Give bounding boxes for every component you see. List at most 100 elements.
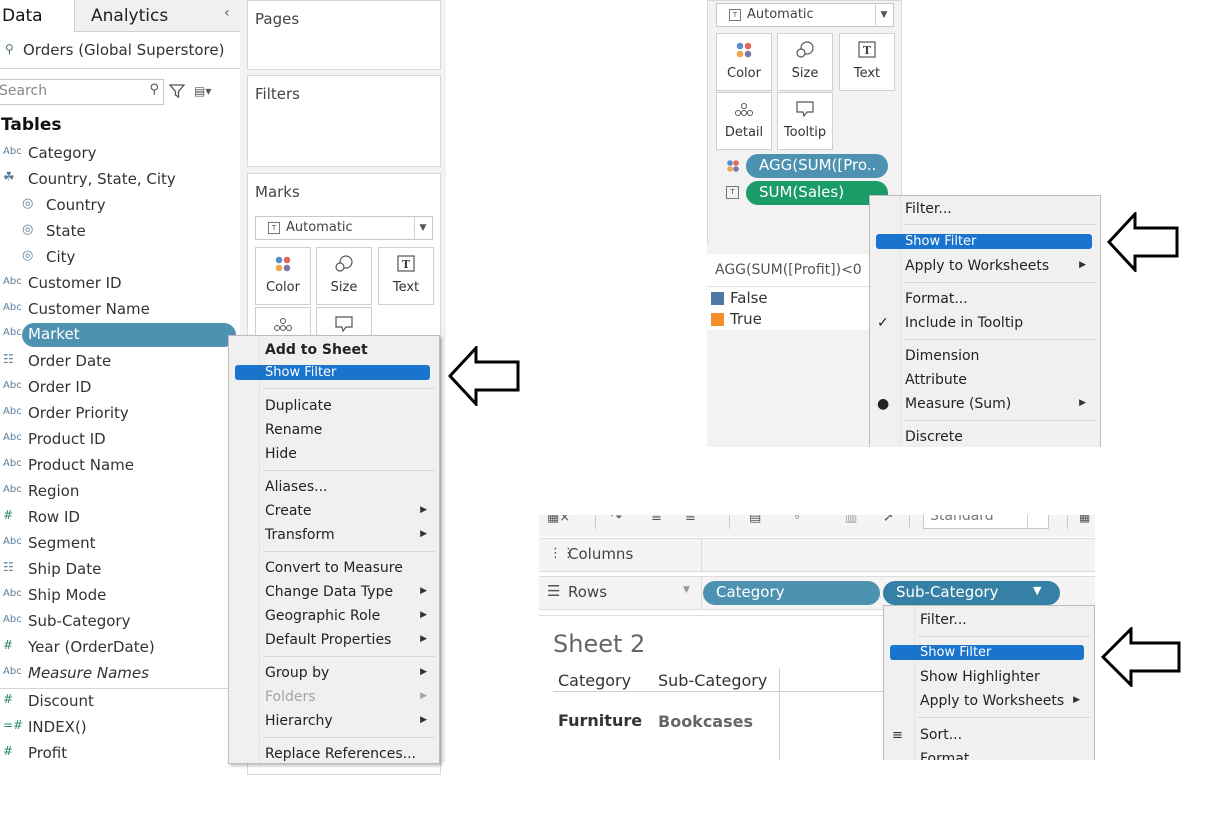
menu-create[interactable]: Create ▶ xyxy=(229,501,439,523)
menu-filter[interactable]: Filter... xyxy=(870,199,1100,221)
field-item[interactable]: Abc Order Priority xyxy=(0,401,240,427)
menu-replace-references[interactable]: Replace References... xyxy=(229,744,439,763)
field-item[interactable]: # Row ID xyxy=(0,505,240,531)
menu-show-filter[interactable]: Show Filter xyxy=(870,232,1100,254)
highlight-icon[interactable]: ∘ xyxy=(793,515,801,525)
menu-dimension[interactable]: Dimension xyxy=(870,346,1100,368)
field-item[interactable]: ☘ Country, State, City xyxy=(0,167,240,193)
group-icon[interactable]: ▥ xyxy=(845,515,857,525)
menu-group-by[interactable]: Group by ▶ xyxy=(229,663,439,685)
legend-item-false[interactable]: False xyxy=(730,289,768,307)
menu-show-highlighter[interactable]: Show Highlighter xyxy=(884,667,1094,689)
show-me-icon[interactable]: ▦ xyxy=(1079,515,1090,524)
sort-asc-icon[interactable]: ≡ xyxy=(651,515,662,525)
menu-show-filter[interactable]: Show Filter xyxy=(884,643,1094,665)
menu-default-properties[interactable]: Default Properties ▶ xyxy=(229,630,439,652)
field-item[interactable]: ◎ City xyxy=(0,245,240,271)
menu-sort[interactable]: Sort... xyxy=(884,725,1094,747)
category-cell[interactable]: Furniture xyxy=(558,711,642,730)
field-item[interactable]: Abc Product ID xyxy=(0,427,240,453)
menu-apply-to-worksheets[interactable]: Apply to Worksheets ▶ xyxy=(870,256,1100,278)
pill-chevron-down-icon[interactable]: ▼ xyxy=(1033,584,1041,597)
tab-analytics[interactable]: Analytics xyxy=(91,6,168,26)
subcategory-cell[interactable]: Bookcases xyxy=(658,712,753,731)
legend-item-true[interactable]: True xyxy=(730,310,762,328)
menu-discrete[interactable]: Discrete xyxy=(870,427,1100,447)
text-button[interactable]: T Text xyxy=(378,247,434,305)
menu-hierarchy[interactable]: Hierarchy ▶ xyxy=(229,711,439,733)
pin-icon[interactable]: ➚ xyxy=(883,515,894,525)
field-item[interactable]: Abc Customer Name xyxy=(0,297,240,323)
menu-format[interactable]: Format... xyxy=(884,749,1094,760)
menu-aliases[interactable]: Aliases... xyxy=(229,477,439,499)
menu-apply-to-worksheets[interactable]: Apply to Worksheets ▶ xyxy=(884,691,1094,713)
field-item[interactable]: Abc Market xyxy=(0,322,240,348)
menu-format[interactable]: Format... xyxy=(870,289,1100,311)
subcategory-pill[interactable]: Sub-Category ▼ xyxy=(883,581,1060,605)
field-item[interactable]: ☷ Ship Date xyxy=(0,557,240,583)
menu-transform[interactable]: Transform ▶ xyxy=(229,525,439,547)
inset-size-button[interactable]: Size xyxy=(777,33,833,91)
menu-add-to-sheet[interactable]: Add to Sheet xyxy=(229,340,439,362)
inset-mark-type-dropdown[interactable]: T Automatic ▼ xyxy=(716,3,894,27)
menu-rename[interactable]: Rename xyxy=(229,420,439,442)
datasource-item[interactable]: ⚲ Orders (Global Superstore) xyxy=(0,39,240,65)
field-item[interactable]: Abc Ship Mode xyxy=(0,583,240,609)
field-label: Market xyxy=(28,325,80,343)
profit-pill[interactable]: AGG(SUM([Pro.. xyxy=(746,154,888,178)
menu-attribute[interactable]: Attribute xyxy=(870,370,1100,392)
menu-show-filter[interactable]: Show Filter xyxy=(229,363,439,385)
swap-icon[interactable]: ↷ xyxy=(611,515,622,525)
columns-shelf[interactable]: ⋮⋮ Columns xyxy=(539,538,1095,572)
menu-hide[interactable]: Hide xyxy=(229,444,439,466)
field-item[interactable]: ◎ State xyxy=(0,219,240,245)
field-item[interactable]: ☷ Order Date xyxy=(0,349,240,375)
field-item[interactable]: Abc Order ID xyxy=(0,375,240,401)
field-item[interactable]: Abc Segment xyxy=(0,531,240,557)
subcategory-header[interactable]: Sub-Category xyxy=(658,671,767,690)
clear-sheet-icon[interactable]: ▦× xyxy=(547,515,570,525)
pages-card[interactable]: Pages xyxy=(247,0,441,70)
field-item[interactable]: Abc Measure Names xyxy=(0,661,240,687)
inset-tooltip-button[interactable]: Tooltip xyxy=(777,92,833,150)
label-icon[interactable]: ▤ xyxy=(749,515,761,525)
menu-include-in-tooltip[interactable]: Include in Tooltip ✓ xyxy=(870,313,1100,335)
sales-pill[interactable]: SUM(Sales) xyxy=(746,181,888,205)
menu-measure-sum[interactable]: Measure (Sum) ▶ ● xyxy=(870,394,1100,416)
menu-filter[interactable]: Filter... xyxy=(884,610,1094,632)
field-item[interactable]: # Profit xyxy=(0,741,240,762)
sort-desc-icon[interactable]: ≡ xyxy=(685,515,696,525)
category-pill[interactable]: Category xyxy=(703,581,880,605)
size-button[interactable]: Size xyxy=(316,247,372,305)
category-header[interactable]: Category xyxy=(558,671,631,690)
search-input[interactable]: Search ⚲ xyxy=(0,79,164,105)
field-item[interactable]: Abc Product Name xyxy=(0,453,240,479)
field-item[interactable]: Abc Region xyxy=(0,479,240,505)
mark-type-dropdown[interactable]: T Automatic ▼ xyxy=(255,216,433,240)
field-label: Profit xyxy=(28,744,68,762)
fit-dropdown[interactable]: Standard xyxy=(923,515,1049,529)
field-item[interactable]: ◎ Country xyxy=(0,193,240,219)
filters-card[interactable]: Filters xyxy=(247,75,441,167)
field-item[interactable]: =# INDEX() xyxy=(0,715,240,741)
field-item[interactable]: Abc Category xyxy=(0,141,240,167)
inset-color-button[interactable]: Color xyxy=(716,33,772,91)
field-item[interactable]: # Year (OrderDate) xyxy=(0,635,240,661)
menu-change-data-type[interactable]: Change Data Type ▶ xyxy=(229,582,439,604)
text-icon: T xyxy=(397,255,415,272)
tab-data[interactable]: Data xyxy=(0,0,75,32)
field-context-menu: Add to Sheet Show Filter Duplicate Rename Hi… xyxy=(228,335,440,764)
collapse-pane-icon[interactable]: ‹ xyxy=(224,5,230,21)
inset-detail-button[interactable]: Detail xyxy=(716,92,772,150)
field-item[interactable]: Abc Customer ID xyxy=(0,271,240,297)
filter-icon[interactable] xyxy=(169,83,185,99)
menu-convert-to-measure[interactable]: Convert to Measure xyxy=(229,558,439,580)
view-options-icon[interactable]: ▤▾ xyxy=(194,84,211,98)
field-item[interactable]: # Discount xyxy=(0,689,240,715)
menu-duplicate[interactable]: Duplicate xyxy=(229,396,439,418)
field-item[interactable]: Abc Sub-Category xyxy=(0,609,240,635)
inset-text-button[interactable]: T Text xyxy=(839,33,895,91)
color-button[interactable]: Color xyxy=(255,247,311,305)
menu-geographic-role[interactable]: Geographic Role ▶ xyxy=(229,606,439,628)
menu-item-label: Add to Sheet xyxy=(265,342,368,358)
